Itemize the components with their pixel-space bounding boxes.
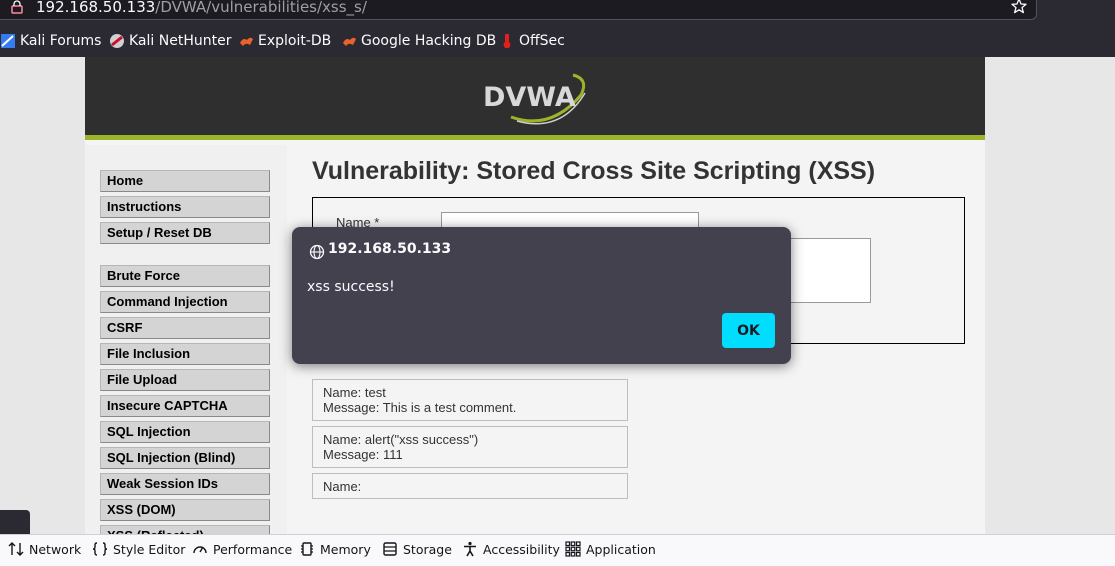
tab-accessibility[interactable]: Accessibility	[462, 535, 560, 563]
dvwa-logo: DVWA	[483, 73, 586, 125]
bookmark-label: Kali Forums	[20, 33, 102, 49]
exploit-db-icon	[240, 37, 253, 46]
menu-item-file-inclusion[interactable]: File Inclusion	[100, 343, 270, 365]
application-icon	[565, 541, 581, 557]
guestbook-entry: Name:	[312, 473, 628, 499]
guestbook-entry: Name: test Message: This is a test comme…	[312, 379, 628, 421]
bookmark-label: OffSec	[519, 33, 565, 49]
side-panel-tab[interactable]	[0, 510, 30, 534]
globe-icon	[309, 244, 325, 260]
menu-item-home[interactable]: Home	[100, 170, 270, 192]
logo-text: DVWA	[483, 82, 576, 113]
tab-label: Performance	[213, 541, 293, 557]
tab-label: Accessibility	[483, 541, 560, 557]
url-bar[interactable]: 192.168.50.133/DVWA/vulnerabilities/xss_…	[0, 0, 1037, 20]
menu-item-insecure-captcha[interactable]: Insecure CAPTCHA	[100, 395, 270, 417]
menu-item-setup-reset-db[interactable]: Setup / Reset DB	[100, 222, 270, 244]
bookmark-kali-nethunter[interactable]: Kali NetHunter	[109, 28, 231, 54]
bookmark-label: Kali NetHunter	[129, 33, 232, 49]
style-editor-icon	[92, 542, 108, 556]
tab-performance[interactable]: Performance	[192, 535, 292, 563]
page-title: Vulnerability: Stored Cross Site Scripti…	[312, 157, 876, 185]
url-path: /DVWA/vulnerabilities/xss_s/	[155, 0, 367, 16]
memory-icon	[301, 542, 313, 556]
tab-label: Network	[29, 541, 82, 557]
devtools-toolbar: Network Style Editor Performance Memory …	[0, 534, 1115, 566]
network-icon	[8, 542, 24, 556]
alert-dialog: 192.168.50.133 xss success! OK	[292, 227, 791, 364]
sidebar-menu: Home Instructions Setup / Reset DB Brute…	[85, 145, 287, 534]
tab-label: Storage	[403, 541, 452, 557]
menu-item-brute-force[interactable]: Brute Force	[100, 265, 270, 287]
tab-style-editor[interactable]: Style Editor	[92, 535, 185, 563]
menu-item-xss-dom[interactable]: XSS (DOM)	[100, 499, 270, 521]
entry-name: Name: test	[323, 385, 386, 400]
tab-storage[interactable]: Storage	[382, 535, 452, 563]
menu-item-csrf[interactable]: CSRF	[100, 317, 270, 339]
menu-item-command-injection[interactable]: Command Injection	[100, 291, 270, 313]
tab-label: Memory	[320, 541, 371, 557]
storage-icon	[383, 542, 397, 556]
tab-label: Style Editor	[113, 541, 186, 557]
kali-nethunter-icon	[110, 34, 124, 48]
bookmark-kali-forums[interactable]: Kali Forums	[0, 28, 101, 54]
bookmark-exploit-db[interactable]: Exploit-DB	[238, 28, 331, 54]
tab-label: Application	[586, 541, 656, 557]
performance-icon	[193, 546, 207, 554]
bookmark-label: Exploit-DB	[258, 33, 332, 49]
offsec-icon	[503, 34, 511, 48]
entry-message: Message: 111	[323, 447, 403, 462]
dialog-origin: 192.168.50.133	[328, 241, 452, 257]
bookmarks-toolbar: Kali Forums Kali NetHunter Exploit-DB Go…	[0, 28, 1115, 54]
page-info-icon[interactable]	[10, 0, 24, 14]
tab-memory[interactable]: Memory	[299, 535, 371, 563]
accessibility-icon	[464, 541, 476, 557]
tab-application[interactable]: Application	[565, 535, 656, 563]
entry-name: Name: alert("xss success")	[323, 432, 479, 447]
bookmark-offsec[interactable]: OffSec	[499, 28, 565, 54]
menu-item-weak-session-ids[interactable]: Weak Session IDs	[100, 473, 270, 495]
entry-message: Message: This is a test comment.	[323, 400, 517, 415]
kali-forums-icon	[1, 34, 15, 48]
url-text[interactable]: 192.168.50.133/DVWA/vulnerabilities/xss_…	[36, 0, 367, 16]
ok-button[interactable]: OK	[722, 313, 775, 348]
guestbook-entry: Name: alert("xss success") Message: 111	[312, 426, 628, 468]
entry-name: Name:	[323, 479, 362, 494]
bookmark-google-hacking-db[interactable]: Google Hacking DB	[341, 28, 496, 54]
ghdb-icon	[343, 37, 356, 46]
menu-item-file-upload[interactable]: File Upload	[100, 369, 270, 391]
dvwa-header: DVWA	[85, 57, 985, 140]
menu-item-sql-injection[interactable]: SQL Injection	[100, 421, 270, 443]
tab-network[interactable]: Network	[8, 535, 81, 563]
url-host: 192.168.50.133	[36, 0, 156, 16]
bookmark-label: Google Hacking DB	[361, 33, 497, 49]
menu-item-xss-reflected[interactable]: XSS (Reflected)	[100, 525, 270, 534]
menu-item-instructions[interactable]: Instructions	[100, 196, 270, 218]
menu-item-sql-injection-blind[interactable]: SQL Injection (Blind)	[100, 447, 270, 469]
bookmark-star-icon[interactable]	[1010, 0, 1028, 15]
dialog-message: xss success!	[307, 279, 395, 295]
